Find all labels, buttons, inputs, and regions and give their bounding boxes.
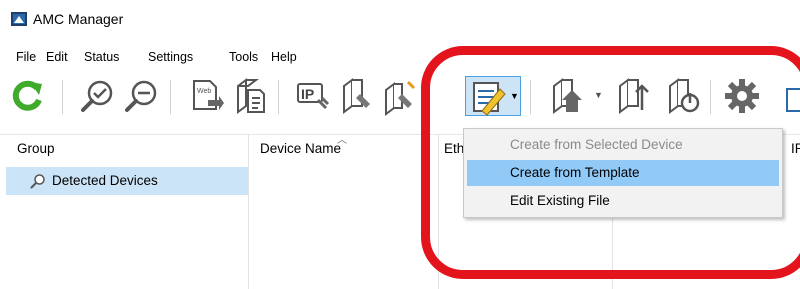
apply-settings-button[interactable] [380,76,420,116]
group-panel-header: Group [17,141,55,156]
search-device-button[interactable] [78,76,118,116]
title-bar: AMC Manager [0,0,800,38]
tree-item-label: Detected Devices [52,173,158,188]
refresh-icon [12,80,42,111]
search-device-icon [81,80,113,112]
menu-edit[interactable]: Edit [46,46,68,68]
search-icon [30,174,45,189]
column-header-device-name[interactable]: Device Name [260,141,341,156]
menu-settings[interactable]: Settings [148,46,193,68]
search-ip-button[interactable] [122,76,162,116]
device-info-button[interactable] [230,76,270,116]
toolbar-separator [170,80,171,114]
menu-status[interactable]: Status [84,46,119,68]
menu-file[interactable]: File [16,46,36,68]
highlight-annotation [421,46,800,279]
refresh-button[interactable] [8,76,48,116]
device-info-icon [237,78,265,114]
ip-settings-icon: IP [297,83,330,110]
app-logo-icon [11,12,27,26]
toolbar-separator [278,80,279,114]
web-page-button[interactable]: Web [186,76,226,116]
toolbar-separator [62,80,63,114]
device-settings-icon [343,78,370,114]
svg-text:IP: IP [301,86,314,102]
menu-tools[interactable]: Tools [229,46,258,68]
window-title: AMC Manager [33,11,124,27]
column-divider[interactable] [248,134,249,289]
svg-text:Web: Web [197,88,211,95]
search-ip-icon [125,80,157,112]
ip-settings-button[interactable]: IP [292,76,332,116]
device-settings-button[interactable] [336,76,376,116]
apply-settings-icon [385,80,416,116]
menu-help[interactable]: Help [271,46,297,68]
web-page-icon: Web [193,80,224,110]
